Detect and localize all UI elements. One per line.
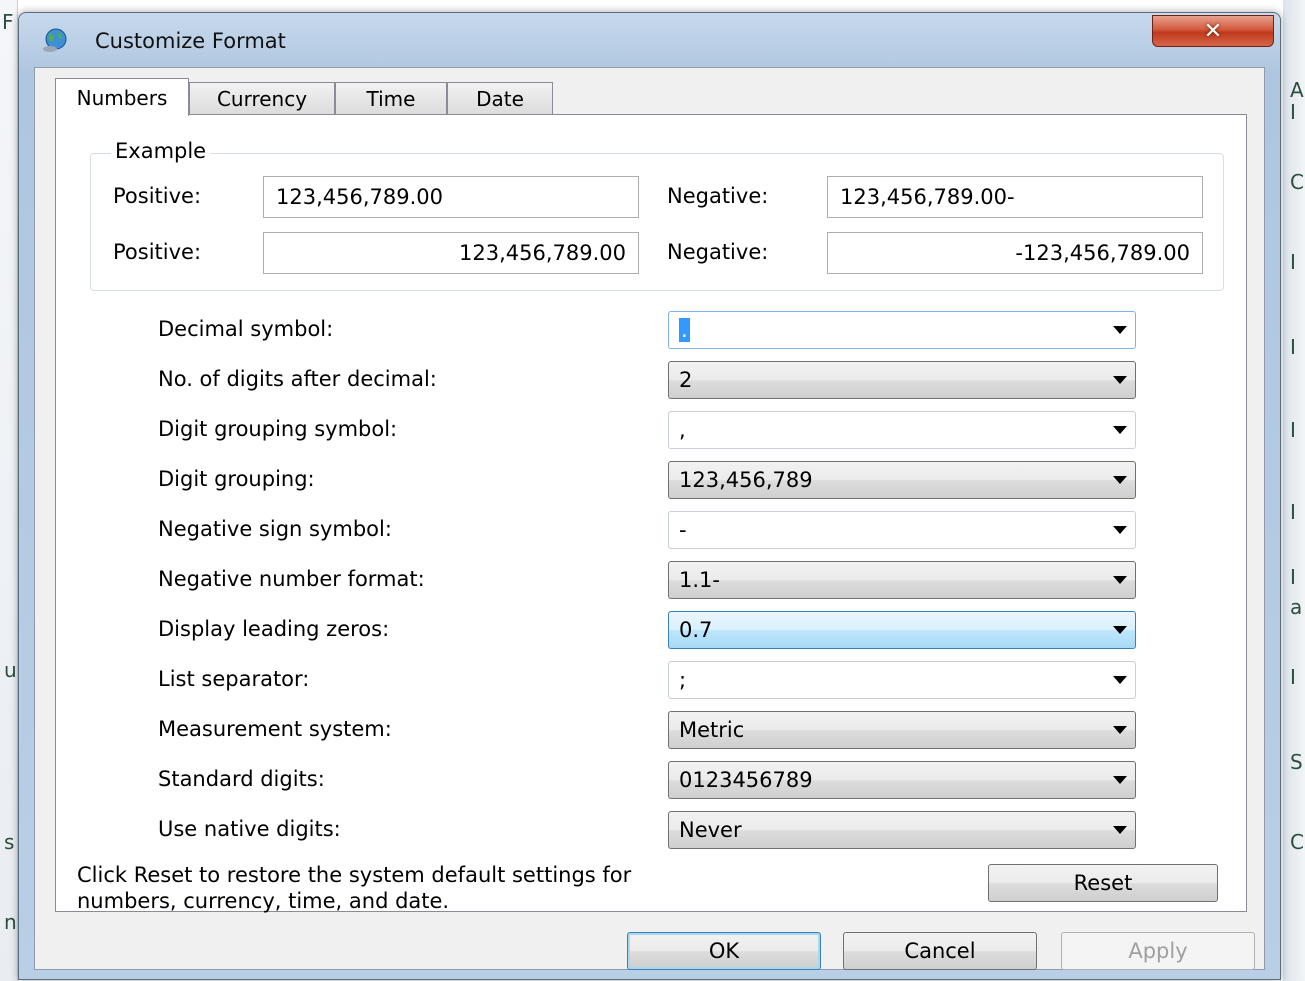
decimal-symbol-value: .	[679, 318, 690, 342]
numbers-tab-panel: Example Positive: 123,456,789.00 Negativ…	[55, 114, 1247, 912]
title-bar[interactable]: Customize Format ✕	[19, 13, 1280, 65]
digit-grouping-value: 123,456,789	[679, 468, 813, 492]
chevron-down-icon[interactable]	[1113, 576, 1127, 584]
list-separator-label: List separator:	[158, 667, 310, 691]
background-glyph: a	[1290, 595, 1303, 619]
background-glyph: I	[1290, 100, 1296, 124]
digit-grouping-label: Digit grouping:	[158, 467, 315, 491]
example-positive-value-2: 123,456,789.00	[263, 232, 639, 274]
decimal-symbol-dropdown[interactable]: .	[668, 311, 1136, 349]
negative-number-format-label: Negative number format:	[158, 567, 425, 591]
measurement-system-value: Metric	[679, 718, 745, 742]
window-title: Customize Format	[95, 29, 286, 53]
negative-number-format-dropdown[interactable]: 1.1-	[668, 561, 1136, 599]
background-glyph: I	[1290, 250, 1296, 274]
background-glyph: s	[4, 830, 15, 854]
chevron-down-icon[interactable]	[1113, 726, 1127, 734]
example-negative-value-1: 123,456,789.00-	[827, 176, 1203, 218]
chevron-down-icon[interactable]	[1113, 476, 1127, 484]
negative-sign-symbol-label: Negative sign symbol:	[158, 517, 392, 541]
negative-number-format-value: 1.1-	[679, 568, 720, 592]
chevron-down-icon[interactable]	[1113, 526, 1127, 534]
chevron-down-icon[interactable]	[1113, 626, 1127, 634]
display-leading-zeros-label: Display leading zeros:	[158, 617, 390, 641]
example-group: Example Positive: 123,456,789.00 Negativ…	[90, 139, 1224, 291]
background-glyph: A	[1290, 78, 1304, 102]
example-negative-value-2: -123,456,789.00	[827, 232, 1203, 274]
digit-grouping-dropdown[interactable]: 123,456,789	[668, 461, 1136, 499]
example-legend: Example	[111, 139, 211, 163]
negative-sign-symbol-value: -	[679, 518, 687, 542]
display-leading-zeros-value: 0.7	[679, 618, 713, 642]
measurement-system-label: Measurement system:	[158, 717, 392, 741]
close-button[interactable]: ✕	[1152, 15, 1274, 47]
region-globe-icon	[43, 28, 67, 52]
use-native-digits-dropdown[interactable]: Never	[668, 811, 1136, 849]
no-of-digits-after-decimal-label: No. of digits after decimal:	[158, 367, 437, 391]
example-negative-label-1: Negative:	[667, 184, 769, 208]
background-glyph: C	[1290, 830, 1304, 854]
background-glyph: C	[1290, 170, 1304, 194]
tab-date[interactable]: Date	[447, 82, 553, 114]
example-negative-label-2: Negative:	[667, 240, 769, 264]
background-glyph: I	[1290, 500, 1296, 524]
chevron-down-icon[interactable]	[1113, 776, 1127, 784]
list-separator-value: ;	[679, 668, 687, 692]
list-separator-dropdown[interactable]: ;	[668, 661, 1136, 699]
background-glyph: u	[4, 658, 17, 682]
measurement-system-dropdown[interactable]: Metric	[668, 711, 1136, 749]
chevron-down-icon[interactable]	[1113, 826, 1127, 834]
background-glyph: n	[4, 910, 17, 934]
reset-button[interactable]: Reset	[988, 864, 1218, 902]
apply-button[interactable]: Apply	[1061, 932, 1255, 970]
background-glyph: I	[1290, 335, 1296, 359]
digit-grouping-symbol-dropdown[interactable]: ,	[668, 411, 1136, 449]
digit-grouping-symbol-value: ,	[679, 418, 686, 442]
close-icon: ✕	[1203, 18, 1223, 44]
background-glyph: S	[1290, 750, 1303, 774]
background-glyph: I	[1290, 665, 1296, 689]
background-glyph: I	[1290, 565, 1296, 589]
digit-grouping-symbol-label: Digit grouping symbol:	[158, 417, 398, 441]
standard-digits-value: 0123456789	[679, 768, 813, 792]
background-glyph: F	[2, 10, 14, 34]
standard-digits-dropdown[interactable]: 0123456789	[668, 761, 1136, 799]
tab-time[interactable]: Time	[335, 82, 447, 114]
example-positive-label-1: Positive:	[113, 184, 202, 208]
tab-currency[interactable]: Currency	[189, 82, 335, 114]
use-native-digits-label: Use native digits:	[158, 817, 341, 841]
decimal-symbol-label: Decimal symbol:	[158, 317, 334, 341]
standard-digits-label: Standard digits:	[158, 767, 325, 791]
chevron-down-icon[interactable]	[1113, 676, 1127, 684]
reset-instructions-line-1: Click Reset to restore the system defaul…	[77, 863, 632, 887]
example-positive-label-2: Positive:	[113, 240, 202, 264]
example-positive-value-1: 123,456,789.00	[263, 176, 639, 218]
chevron-down-icon[interactable]	[1113, 326, 1127, 334]
chevron-down-icon[interactable]	[1113, 376, 1127, 384]
cancel-button[interactable]: Cancel	[843, 932, 1037, 970]
reset-instructions: Click Reset to restore the system defaul…	[77, 862, 857, 914]
use-native-digits-value: Never	[679, 818, 742, 842]
ok-button[interactable]: OK	[627, 932, 821, 970]
chevron-down-icon[interactable]	[1113, 426, 1127, 434]
display-leading-zeros-dropdown[interactable]: 0.7	[668, 611, 1136, 649]
negative-sign-symbol-dropdown[interactable]: -	[668, 511, 1136, 549]
tab-numbers[interactable]: Numbers	[55, 78, 189, 116]
background-glyph: I	[1290, 418, 1296, 442]
reset-instructions-line-2: numbers, currency, time, and date.	[77, 889, 450, 913]
customize-format-dialog: Customize Format ✕ Numbers Currency Time…	[18, 12, 1281, 980]
dialog-client-area: Numbers Currency Time Date Example Posit…	[34, 67, 1265, 970]
no-of-digits-after-decimal-dropdown[interactable]: 2	[668, 361, 1136, 399]
no-of-digits-after-decimal-value: 2	[679, 368, 693, 392]
